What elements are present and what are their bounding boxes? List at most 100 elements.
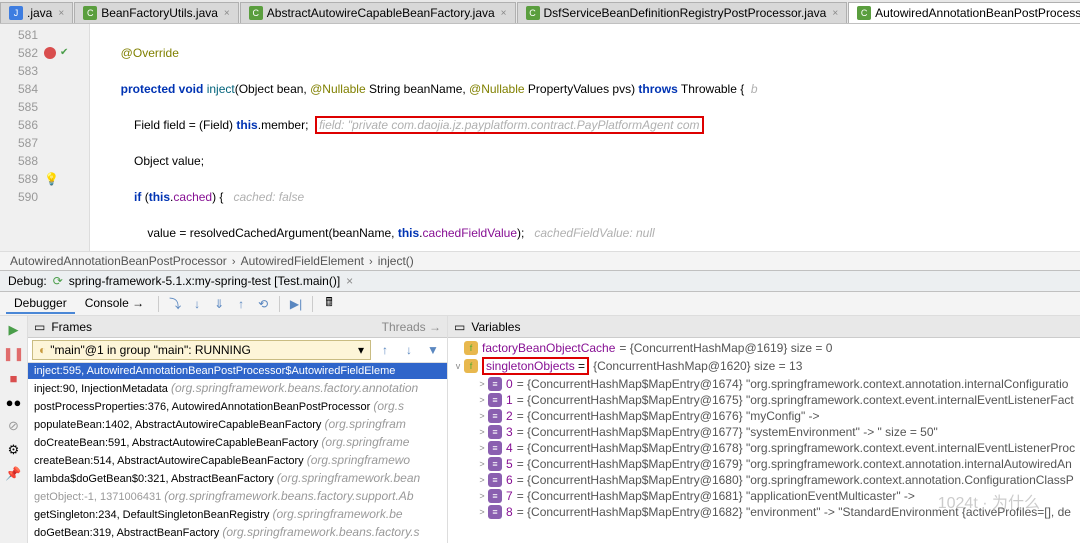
breadcrumb[interactable]: AutowiredAnnotationBeanPostProcessor › A… xyxy=(0,251,1080,270)
variable-row[interactable]: >≡4 = {ConcurrentHashMap$MapEntry@1678} … xyxy=(448,440,1080,456)
evaluate-icon[interactable]: 🖩 xyxy=(319,294,339,314)
expand-icon[interactable]: > xyxy=(476,427,488,437)
variable-row[interactable]: >≡6 = {ConcurrentHashMap$MapEntry@1680} … xyxy=(448,472,1080,488)
tab-console[interactable]: Console → xyxy=(77,294,152,314)
crumb[interactable]: AutowiredFieldElement xyxy=(241,254,364,268)
variables-list[interactable]: ffactoryBeanObjectCache = {ConcurrentHas… xyxy=(448,338,1080,543)
field-icon: f xyxy=(464,359,478,373)
prev-frame-icon[interactable]: ↑ xyxy=(375,340,395,360)
variables-header: ▭ Variables xyxy=(448,316,1080,338)
debug-main: ▶ ❚❚ ■ ●● ⊘ ⚙ 📌 ▭ Frames Threads → ◐"mai… xyxy=(0,316,1080,543)
expand-icon[interactable]: > xyxy=(476,443,488,453)
bulb-icon[interactable]: 💡 xyxy=(44,170,59,188)
variable-row[interactable]: >≡0 = {ConcurrentHashMap$MapEntry@1674} … xyxy=(448,376,1080,392)
gutter-line[interactable]: 588 xyxy=(0,152,89,170)
close-icon[interactable]: × xyxy=(501,8,507,19)
pin-icon[interactable]: 📌 xyxy=(4,464,24,484)
stack-frame[interactable]: doGetBean:319, AbstractBeanFactory (org.… xyxy=(28,523,447,541)
variable-row[interactable]: >≡7 = {ConcurrentHashMap$MapEntry@1681} … xyxy=(448,488,1080,504)
stack-frame[interactable]: createBean:514, AbstractAutowireCapableB… xyxy=(28,451,447,469)
gutter-line[interactable]: 586 xyxy=(0,116,89,134)
entry-icon: ≡ xyxy=(488,425,502,439)
entry-icon: ≡ xyxy=(488,409,502,423)
variable-row[interactable]: >≡1 = {ConcurrentHashMap$MapEntry@1675} … xyxy=(448,392,1080,408)
stack-frame[interactable]: getSingleton:234, DefaultSingletonBeanRe… xyxy=(28,505,447,523)
stop-icon[interactable]: ■ xyxy=(4,368,24,388)
stack-frame[interactable]: populateBean:1402, AbstractAutowireCapab… xyxy=(28,415,447,433)
crumb[interactable]: AutowiredAnnotationBeanPostProcessor xyxy=(10,254,227,268)
run-config[interactable]: spring-framework-5.1.x:my-spring-test [T… xyxy=(69,274,340,288)
field-icon: f xyxy=(464,341,478,355)
gutter: 581582✔583584585586587588589💡590 xyxy=(0,24,90,251)
step-into-icon[interactable]: ↓ xyxy=(187,294,207,314)
stack-frame[interactable]: doCreateBean:591, AbstractAutowireCapabl… xyxy=(28,433,447,451)
step-over-icon[interactable]: ⤵ xyxy=(165,294,185,314)
editor-tab[interactable]: CAutowiredAnnotationBeanPostProcessor.ja… xyxy=(848,2,1080,23)
run-to-cursor-icon[interactable]: ▶| xyxy=(286,294,306,314)
expand-icon[interactable]: v xyxy=(452,361,464,371)
force-step-into-icon[interactable]: ⇓ xyxy=(209,294,229,314)
entry-icon: ≡ xyxy=(488,393,502,407)
mute-breakpoints-icon[interactable]: ⊘ xyxy=(4,416,24,436)
debug-label: Debug: xyxy=(8,274,47,288)
next-frame-icon[interactable]: ↓ xyxy=(399,340,419,360)
view-breakpoints-icon[interactable]: ●● xyxy=(4,392,24,412)
stack-frame[interactable]: inject:595, AutowiredAnnotationBeanPostP… xyxy=(28,363,447,379)
editor-tab[interactable]: CDsfServiceBeanDefinitionRegistryPostPro… xyxy=(517,2,848,23)
tab-debugger[interactable]: Debugger xyxy=(6,294,75,314)
pause-icon[interactable]: ❚❚ xyxy=(4,344,24,364)
expand-icon[interactable]: > xyxy=(476,475,488,485)
close-icon[interactable]: × xyxy=(58,8,64,19)
filter-icon[interactable]: ▼ xyxy=(423,340,443,360)
variable-row[interactable]: >≡5 = {ConcurrentHashMap$MapEntry@1679} … xyxy=(448,456,1080,472)
thread-selector[interactable]: ◐"main"@1 in group "main": RUNNING▾ ↑ ↓ … xyxy=(28,338,447,363)
stack-frame[interactable]: getObject:-1, 1371006431 (org.springfram… xyxy=(28,487,447,505)
expand-icon[interactable]: > xyxy=(476,459,488,469)
breakpoint-icon[interactable] xyxy=(44,47,56,59)
expand-icon[interactable]: > xyxy=(476,395,488,405)
crumb[interactable]: inject() xyxy=(378,254,414,268)
gutter-line[interactable]: 583 xyxy=(0,62,89,80)
frames-list[interactable]: inject:595, AutowiredAnnotationBeanPostP… xyxy=(28,363,447,543)
close-icon[interactable]: × xyxy=(832,8,838,19)
close-icon[interactable]: × xyxy=(224,8,230,19)
variable-row[interactable]: ffactoryBeanObjectCache = {ConcurrentHas… xyxy=(448,340,1080,356)
gutter-line[interactable]: 581 xyxy=(0,26,89,44)
entry-icon: ≡ xyxy=(488,473,502,487)
check-icon: ✔ xyxy=(60,44,68,62)
variables-icon: ▭ xyxy=(454,320,465,334)
editor-tab[interactable]: CBeanFactoryUtils.java× xyxy=(74,2,239,23)
stack-frame[interactable]: lambda$doGetBean$0:321, AbstractBeanFact… xyxy=(28,469,447,487)
code-area[interactable]: @Override protected void inject(Object b… xyxy=(90,24,1080,251)
drop-frame-icon[interactable]: ⟲ xyxy=(253,294,273,314)
expand-icon[interactable]: > xyxy=(476,379,488,389)
debug-sidebar: ▶ ❚❚ ■ ●● ⊘ ⚙ 📌 xyxy=(0,316,28,543)
debug-bar: Debug: ⟳ spring-framework-5.1.x:my-sprin… xyxy=(0,270,1080,292)
gutter-line[interactable]: 589💡 xyxy=(0,170,89,188)
variable-row[interactable]: >≡8 = {ConcurrentHashMap$MapEntry@1682} … xyxy=(448,504,1080,520)
expand-icon[interactable]: > xyxy=(476,507,488,517)
frames-title: Frames xyxy=(51,320,92,334)
gutter-line[interactable]: 585 xyxy=(0,98,89,116)
threads-tab[interactable]: Threads → xyxy=(382,320,441,334)
variable-row[interactable]: >≡3 = {ConcurrentHashMap$MapEntry@1677} … xyxy=(448,424,1080,440)
resume-icon[interactable]: ▶ xyxy=(4,320,24,340)
variable-row[interactable]: >≡2 = {ConcurrentHashMap$MapEntry@1676} … xyxy=(448,408,1080,424)
gutter-line[interactable]: 590 xyxy=(0,188,89,206)
settings-icon[interactable]: ⚙ xyxy=(4,440,24,460)
entry-icon: ≡ xyxy=(488,377,502,391)
gutter-line[interactable]: 582✔ xyxy=(0,44,89,62)
thread-icon: ◐ xyxy=(39,343,46,357)
editor-tab[interactable]: J.java× xyxy=(0,2,73,23)
expand-icon[interactable]: > xyxy=(476,491,488,501)
editor-tab[interactable]: CAbstractAutowireCapableBeanFactory.java… xyxy=(240,2,516,23)
gutter-line[interactable]: 584 xyxy=(0,80,89,98)
frames-header: ▭ Frames Threads → xyxy=(28,316,447,338)
close-icon[interactable]: × xyxy=(346,274,353,288)
stack-frame[interactable]: inject:90, InjectionMetadata (org.spring… xyxy=(28,379,447,397)
step-out-icon[interactable]: ↑ xyxy=(231,294,251,314)
gutter-line[interactable]: 587 xyxy=(0,134,89,152)
stack-frame[interactable]: postProcessProperties:376, AutowiredAnno… xyxy=(28,397,447,415)
expand-icon[interactable]: > xyxy=(476,411,488,421)
variable-row[interactable]: vfsingletonObjects ={ConcurrentHashMap@1… xyxy=(448,356,1080,376)
